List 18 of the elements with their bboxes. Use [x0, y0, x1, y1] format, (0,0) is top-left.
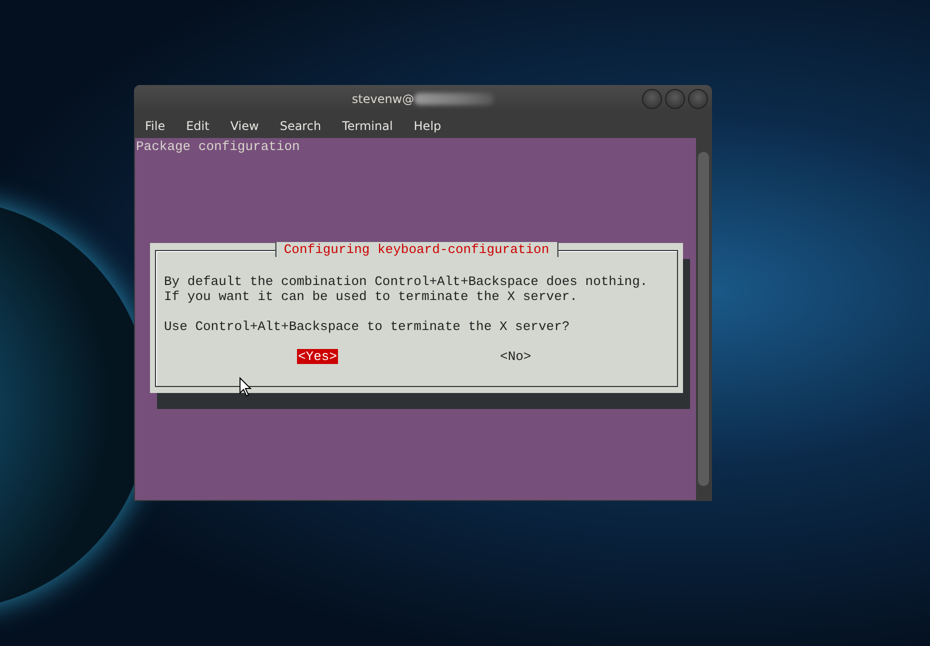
menu-item[interactable]: File: [138, 118, 172, 132]
maximize-button[interactable]: [665, 89, 685, 109]
close-button[interactable]: [688, 89, 708, 109]
minimize-button[interactable]: [642, 89, 662, 109]
dialog-message: By default the combination Control+Alt+Backspace does nothing. If you want it can be used to terminate the X server.: [164, 274, 649, 304]
window-title: stevenw@: [352, 92, 414, 106]
menu-item[interactable]: Help: [406, 118, 448, 132]
dialog-title: Configuring keyboard-configuration: [274, 242, 558, 257]
mouse-pointer-icon: [239, 377, 252, 397]
yes-button[interactable]: <Yes>: [297, 349, 338, 364]
scrollbar-thumb[interactable]: [698, 152, 709, 486]
menu-item[interactable]: Terminal: [335, 118, 400, 132]
no-button[interactable]: <No>: [499, 349, 532, 364]
menu-item[interactable]: Search: [272, 118, 328, 132]
terminal-header-text: Package configuration: [135, 138, 301, 155]
dialog-question: Use Control+Alt+Backspace to terminate the X server?: [164, 319, 571, 334]
menu-item[interactable]: View: [223, 118, 266, 132]
menu-item[interactable]: Edit: [179, 118, 216, 132]
